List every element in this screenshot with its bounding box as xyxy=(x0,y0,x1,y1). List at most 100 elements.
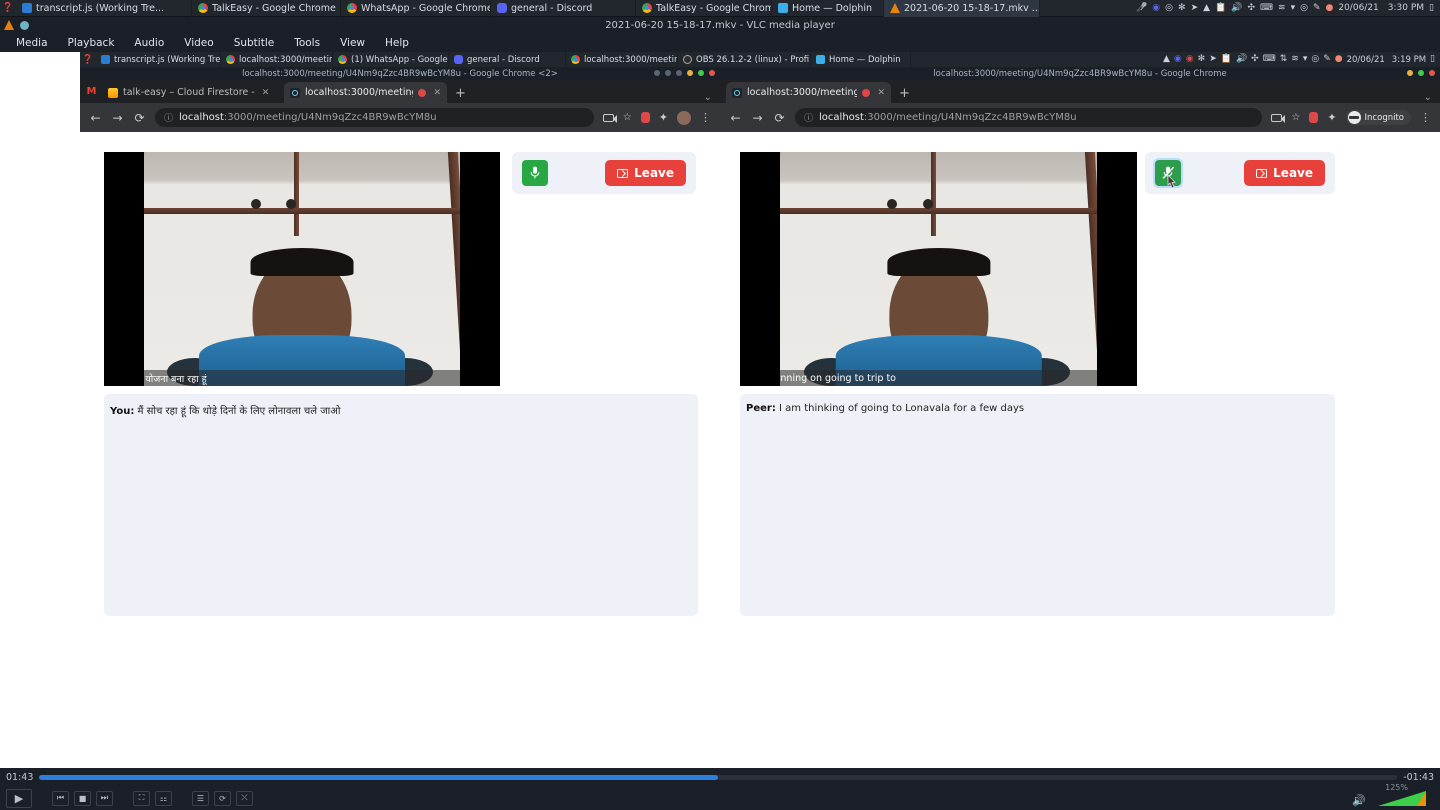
reload-button[interactable]: ⟳ xyxy=(773,111,786,125)
battery-icon[interactable]: ● xyxy=(1326,3,1334,13)
back-button[interactable]: ← xyxy=(89,111,102,125)
clipboard-icon[interactable]: 📋 xyxy=(1221,55,1232,64)
network-icon[interactable]: ⇅ xyxy=(1280,55,1288,64)
address-bar[interactable]: ⓘ localhost:3000/meeting/U4Nm9qZzc4BR9wB… xyxy=(155,108,594,127)
telegram-icon[interactable]: ➤ xyxy=(1209,55,1217,64)
keyboard-icon[interactable]: ⌨ xyxy=(1263,55,1276,64)
close-icon[interactable]: ✕ xyxy=(877,88,885,98)
vlc-icon[interactable]: ▲ xyxy=(1203,3,1210,13)
menu-subtitle[interactable]: Subtitle xyxy=(224,37,285,49)
close-icon[interactable]: ✕ xyxy=(433,88,441,98)
taskbar-item[interactable]: general - Discord xyxy=(491,0,636,17)
tab-search-icon[interactable]: ⌄ xyxy=(704,92,720,103)
discord-icon[interactable]: ◉ xyxy=(1174,55,1182,64)
address-bar[interactable]: ⓘ localhost:3000/meeting/U4Nm9qZzc4BR9wB… xyxy=(795,108,1263,127)
taskbar-item[interactable]: TalkEasy - Google Chrome... xyxy=(636,0,772,17)
volume-icon[interactable]: 🔊 xyxy=(1231,3,1242,13)
show-desktop-icon[interactable]: ▯ xyxy=(1430,55,1435,64)
tab-meeting[interactable]: localhost:3000/meeting/U ✕ xyxy=(284,82,447,103)
pen-icon[interactable]: ✎ xyxy=(1323,55,1331,64)
record-icon[interactable]: ◎ xyxy=(1165,3,1173,13)
vlc-video-surface[interactable]: ❓ transcript.js (Working Tre... localhos… xyxy=(0,52,1440,768)
taskbar-item-active[interactable]: 2021-06-20 15-18-17.mkv ... xyxy=(884,0,1040,17)
start-menu-icon[interactable]: ❓ xyxy=(0,0,16,17)
wifi-icon[interactable]: ≋ xyxy=(1278,3,1286,13)
avatar[interactable] xyxy=(677,110,691,125)
discord-icon[interactable]: ◉ xyxy=(1152,3,1160,13)
extensions-icon[interactable]: ✦ xyxy=(1327,111,1336,124)
clock-icon[interactable]: ◎ xyxy=(1300,3,1308,13)
volume-icon[interactable]: 🔊 xyxy=(1236,55,1247,64)
taskbar-item[interactable]: TalkEasy - Google Chrome xyxy=(192,0,341,17)
taskbar-item[interactable]: general - Discord xyxy=(449,52,566,67)
menu-help[interactable]: Help xyxy=(375,37,419,49)
fullscreen-button[interactable]: ⛶ xyxy=(133,790,150,806)
show-desktop-icon[interactable]: ▯ xyxy=(1429,3,1434,13)
taskbar-item[interactable]: localhost:3000/meetin... 🔊 xyxy=(566,52,678,67)
loop-button[interactable]: ⟳ xyxy=(214,790,231,806)
mic-toggle-button[interactable] xyxy=(1155,160,1181,189)
menu-tools[interactable]: Tools xyxy=(284,37,330,49)
taskbar-item[interactable]: Home — Dolphin xyxy=(811,52,911,67)
tab-meeting[interactable]: localhost:3000/meeting/U ✕ xyxy=(726,82,891,103)
menu-audio[interactable]: Audio xyxy=(124,37,174,49)
shuffle-button[interactable]: ⤬ xyxy=(236,790,253,806)
play-button[interactable]: ▶ xyxy=(6,788,32,808)
chevron-down-icon[interactable]: ▾ xyxy=(1291,3,1296,13)
window-buttons[interactable] xyxy=(1407,70,1435,76)
taskbar-item[interactable]: transcript.js (Working Tre... xyxy=(96,52,221,67)
record-icon[interactable] xyxy=(1309,112,1319,123)
clipboard-icon[interactable]: 📋 xyxy=(1215,3,1226,13)
stop-button[interactable]: ■ xyxy=(74,790,91,806)
record-icon[interactable]: ◉ xyxy=(1186,55,1194,64)
menu-view[interactable]: View xyxy=(330,37,375,49)
pen-icon[interactable]: ✎ xyxy=(1313,3,1321,13)
bluetooth-icon[interactable]: ✣ xyxy=(1251,55,1259,64)
taskbar-item[interactable]: Home — Dolphin xyxy=(772,0,884,17)
mic-muted-icon[interactable]: 🎤̸ xyxy=(1136,3,1147,13)
new-tab-button[interactable]: + xyxy=(891,86,918,103)
back-button[interactable]: ← xyxy=(729,111,742,125)
bookmark-star-icon[interactable]: ☆ xyxy=(1291,112,1300,123)
taskbar-item[interactable]: OBS 26.1.2-2 (linux) - Profi... xyxy=(678,52,811,67)
close-icon[interactable]: ✕ xyxy=(262,88,270,98)
gmail-icon[interactable]: M xyxy=(80,80,102,103)
kde-icon[interactable]: ✻ xyxy=(1178,3,1186,13)
kde-icon[interactable]: ✻ xyxy=(1198,55,1206,64)
bookmark-star-icon[interactable]: ☆ xyxy=(623,112,632,123)
kebab-menu-icon[interactable]: ⋮ xyxy=(1420,111,1431,124)
extensions-icon[interactable]: ✦ xyxy=(659,111,668,124)
playlist-button[interactable]: ☰ xyxy=(192,790,209,806)
camera-icon[interactable] xyxy=(1271,113,1286,123)
taskbar-item[interactable]: WhatsApp - Google Chrome xyxy=(341,0,491,17)
site-info-icon[interactable]: ⓘ xyxy=(804,111,813,124)
menu-video[interactable]: Video xyxy=(174,37,223,49)
taskbar-item[interactable]: transcript.js (Working Tre... xyxy=(16,0,192,17)
menu-playback[interactable]: Playback xyxy=(58,37,125,49)
window-buttons[interactable] xyxy=(654,70,715,76)
volume-slider[interactable]: 125% xyxy=(1370,783,1426,806)
forward-button[interactable]: → xyxy=(111,111,124,125)
volume-icon[interactable]: 🔊 xyxy=(1352,795,1366,806)
vlc-icon[interactable]: ▲ xyxy=(1163,55,1170,64)
menu-media[interactable]: Media xyxy=(6,37,58,49)
keyboard-icon[interactable]: ⌨ xyxy=(1260,3,1273,13)
battery-icon[interactable]: ● xyxy=(1335,55,1343,64)
leave-button[interactable]: Leave xyxy=(605,160,686,186)
taskbar-item[interactable]: (1) WhatsApp - Google ... 🔊 xyxy=(333,52,449,67)
wifi-icon[interactable]: ≋ xyxy=(1291,55,1299,64)
previous-button[interactable]: ⏮ xyxy=(52,790,69,806)
clock-icon[interactable]: ◎ xyxy=(1311,55,1319,64)
tab-firestore[interactable]: talk-easy – Cloud Firestore - ✕ xyxy=(102,82,284,103)
telegram-icon[interactable]: ➤ xyxy=(1191,3,1199,13)
camera-icon[interactable] xyxy=(602,113,617,123)
chevron-down-icon[interactable]: ▾ xyxy=(1303,55,1308,64)
new-tab-button[interactable]: + xyxy=(447,86,474,103)
kebab-menu-icon[interactable]: ⋮ xyxy=(700,111,711,124)
equalizer-button[interactable]: ⚏ xyxy=(155,790,172,806)
seek-slider[interactable] xyxy=(39,774,1398,780)
forward-button[interactable]: → xyxy=(751,111,764,125)
record-icon[interactable] xyxy=(640,112,650,123)
start-menu-icon[interactable]: ❓ xyxy=(80,52,96,67)
site-info-icon[interactable]: ⓘ xyxy=(164,111,173,124)
